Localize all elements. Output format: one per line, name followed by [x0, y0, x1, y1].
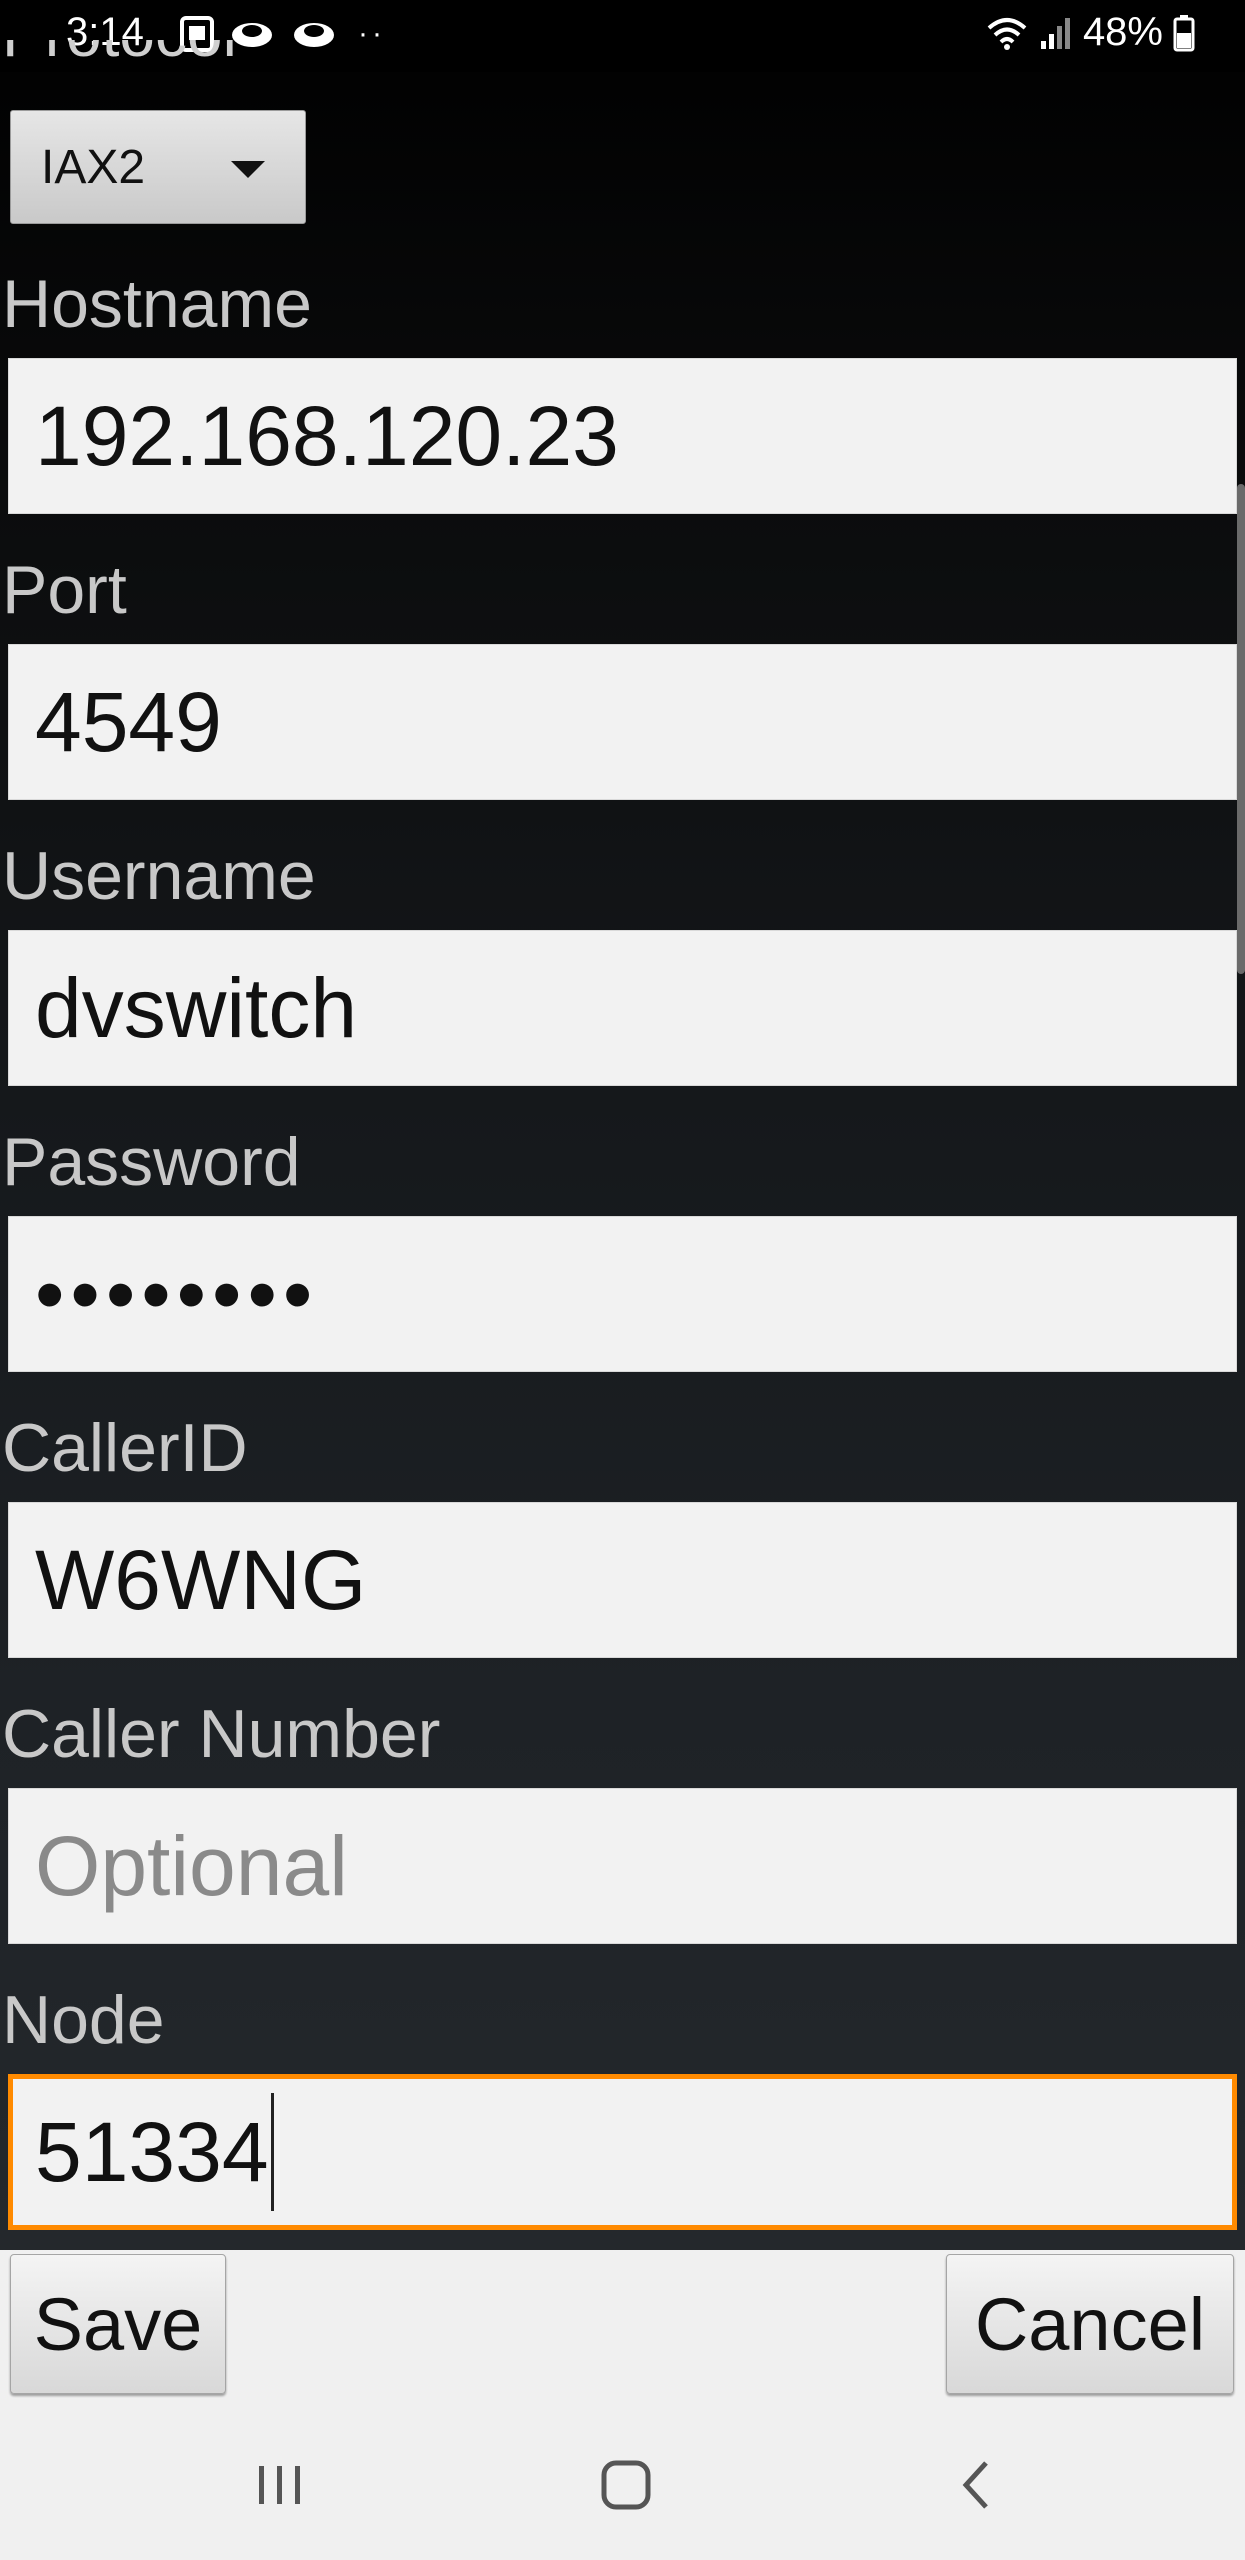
password-field[interactable]: ••••••••	[8, 1216, 1237, 1372]
port-field[interactable]: 4549	[8, 644, 1237, 800]
protocol-select[interactable]: IAX2	[10, 110, 306, 224]
callerid-label: CallerID	[2, 1410, 248, 1486]
node-label: Node	[2, 1982, 165, 2058]
recent-apps-button[interactable]	[210, 2410, 350, 2560]
callerid-field[interactable]: W6WNG	[8, 1502, 1237, 1658]
save-button[interactable]: Save	[10, 2254, 226, 2394]
password-value: ••••••••	[35, 1246, 319, 1341]
hostname-label: Hostname	[2, 266, 312, 342]
scrollbar[interactable]	[1237, 484, 1245, 974]
hostname-value: 192.168.120.23	[35, 388, 619, 483]
dropdown-arrow-icon	[231, 161, 265, 178]
node-value: 51334	[35, 2104, 269, 2199]
recent-apps-icon	[259, 2466, 300, 2504]
home-button[interactable]	[556, 2410, 696, 2560]
action-bar: Save Cancel	[0, 2250, 1245, 2410]
home-icon	[601, 2460, 651, 2510]
text-cursor	[270, 2093, 274, 2211]
username-field[interactable]: dvswitch	[8, 930, 1237, 1086]
hostname-field[interactable]: 192.168.120.23	[8, 358, 1237, 514]
port-label: Port	[2, 552, 127, 628]
caller-number-placeholder: Optional	[35, 1818, 348, 1913]
back-button[interactable]	[906, 2410, 1046, 2560]
node-field[interactable]: 51334	[8, 2074, 1237, 2230]
cancel-button[interactable]: Cancel	[946, 2254, 1234, 2394]
password-label: Password	[2, 1124, 301, 1200]
back-icon	[962, 2461, 988, 2509]
navigation-bar	[0, 2410, 1245, 2560]
caller-number-field[interactable]: Optional	[8, 1788, 1237, 1944]
callerid-value: W6WNG	[35, 1532, 367, 1627]
username-value: dvswitch	[35, 960, 358, 1055]
port-value: 4549	[35, 674, 222, 769]
caller-number-label: Caller Number	[2, 1696, 441, 1772]
protocol-label: Protocol	[2, 40, 237, 70]
server-settings-form: Protocol IAX2 Hostname 192.168.120.23 Po…	[0, 0, 1245, 2250]
protocol-value: IAX2	[41, 140, 146, 194]
username-label: Username	[2, 838, 316, 914]
